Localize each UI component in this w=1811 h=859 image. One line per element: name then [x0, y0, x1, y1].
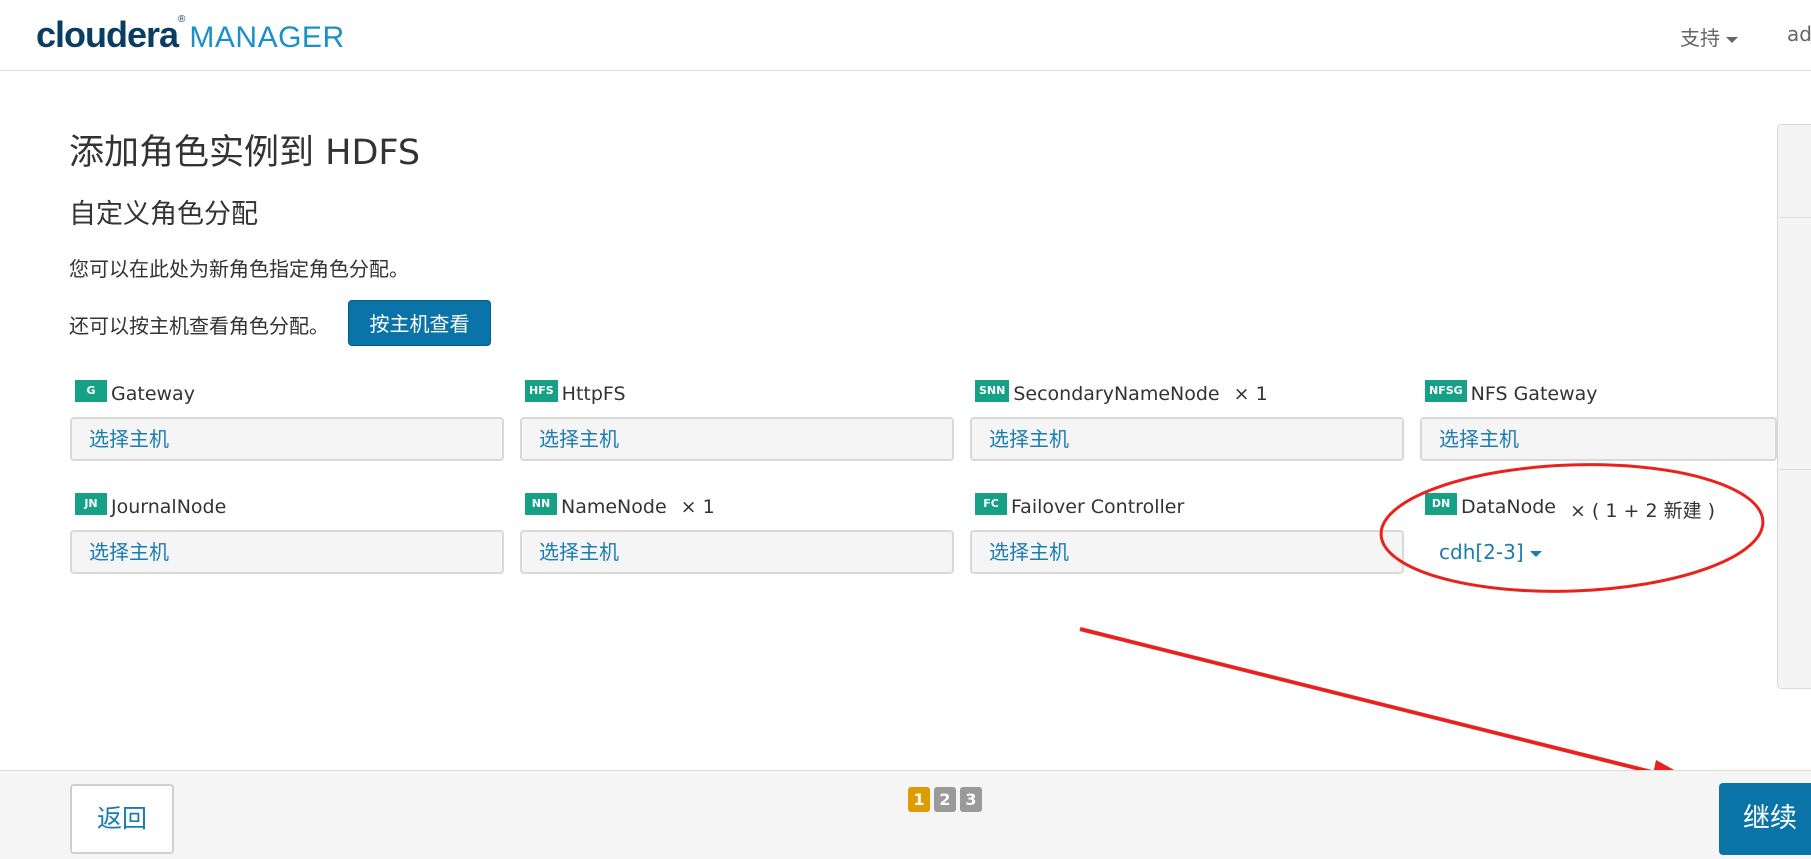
select-host-field[interactable]: 选择主机 [970, 530, 1404, 574]
support-label: 支持 [1680, 26, 1720, 50]
datanode-hosts-dropdown[interactable]: cdh[2-3] [1420, 530, 1777, 574]
role-name: NFS Gateway [1470, 383, 1598, 405]
view-by-host-button[interactable]: 按主机查看 [348, 300, 491, 346]
role-badge: HFS [525, 380, 558, 402]
role-badge: DN [1425, 493, 1457, 515]
role-name: HttpFS [561, 383, 626, 405]
page-subtitle: 自定义角色分配 [69, 199, 258, 230]
select-host-field[interactable]: 选择主机 [520, 530, 954, 574]
side-panel[interactable] [1777, 124, 1811, 689]
logo-registered-mark: ® [178, 14, 186, 25]
select-host-field[interactable]: 选择主机 [520, 417, 954, 461]
role-badge: SNN [975, 380, 1010, 402]
cloudera-manager-logo[interactable]: cloudera®MANAGER [36, 14, 345, 56]
annotation-arrow-shaft [1079, 627, 1669, 778]
select-host-field[interactable]: 选择主机 [970, 417, 1404, 461]
step-indicator: 123 [908, 787, 986, 812]
caret-down-icon [1529, 550, 1542, 557]
step-1[interactable]: 1 [908, 787, 930, 812]
role-badge: JN [75, 493, 107, 515]
select-host-field[interactable]: 选择主机 [70, 417, 504, 461]
user-menu[interactable]: ad [1787, 22, 1811, 46]
role-count: × 1 [680, 496, 715, 518]
role-badge: G [75, 380, 107, 402]
datanode-hosts-value: cdh[2-3] [1439, 540, 1524, 564]
back-button[interactable]: 返回 [70, 784, 174, 854]
caret-down-icon [1726, 36, 1738, 43]
select-host-field[interactable]: 选择主机 [70, 530, 504, 574]
page-title: 添加角色实例到 HDFS [69, 133, 421, 173]
role-name: DataNode [1461, 496, 1556, 518]
role-count: × ( 1 + 2 新建 ) [1569, 500, 1716, 522]
role-name: NameNode [561, 496, 667, 518]
select-host-field[interactable]: 选择主机 [1420, 417, 1777, 461]
role-name: SecondaryNameNode [1013, 383, 1220, 405]
continue-button[interactable]: 继续 [1719, 783, 1811, 855]
role-name: Failover Controller [1011, 496, 1185, 518]
top-navbar: cloudera®MANAGER 支持 ad [0, 0, 1811, 71]
step-3[interactable]: 3 [960, 787, 982, 812]
step-2[interactable]: 2 [934, 787, 956, 812]
role-badge: NN [525, 493, 557, 515]
wizard-footer: 返回 123 继续 [0, 770, 1811, 859]
logo-brand: cloudera [36, 14, 179, 55]
description-text: 您可以在此处为新角色指定角色分配。 [69, 257, 409, 281]
view-by-host-text: 还可以按主机查看角色分配。 [69, 314, 329, 338]
role-count: × 1 [1233, 383, 1268, 405]
role-badge: FC [975, 493, 1007, 515]
support-menu[interactable]: 支持 [1680, 22, 1738, 51]
annotation-circle [1379, 463, 1765, 593]
role-name: JournalNode [111, 496, 227, 518]
logo-product: MANAGER [189, 21, 345, 54]
role-name: Gateway [111, 383, 195, 405]
role-badge: NFSG [1425, 380, 1467, 402]
